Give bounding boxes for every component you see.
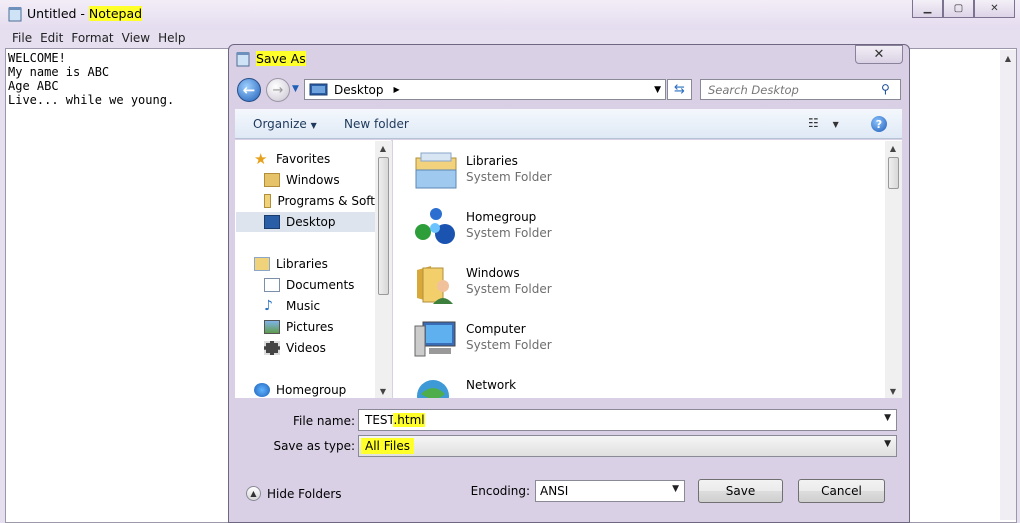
chevron-down-icon: ▼: [310, 121, 317, 130]
nav-item-homegroup[interactable]: Homegroup: [254, 380, 394, 400]
dialog-icon: [236, 52, 250, 67]
folder-user-icon: [264, 173, 280, 187]
scroll-down-icon[interactable]: ▼: [885, 384, 901, 398]
file-name-value: TEST.html: [365, 413, 425, 427]
menu-edit[interactable]: Edit: [40, 30, 71, 48]
music-icon: ♪: [264, 298, 273, 314]
homegroup-icon: [254, 383, 270, 397]
menu-view[interactable]: View: [122, 30, 158, 48]
maximize-button[interactable]: ▢: [943, 0, 974, 18]
computer-icon: [414, 321, 456, 357]
network-icon: [417, 380, 449, 398]
save-as-type-select[interactable]: All Files ▼: [358, 435, 897, 457]
scroll-up-icon[interactable]: ▲: [1000, 50, 1016, 66]
scroll-thumb[interactable]: [888, 157, 899, 189]
nav-item-favorites[interactable]: ★ Favorites: [254, 149, 394, 169]
arrow-left-icon: ←: [242, 81, 256, 99]
new-folder-button[interactable]: New folder: [344, 117, 409, 131]
encoding-value: ANSI: [540, 484, 569, 498]
file-item-windows[interactable]: Windows System Folder: [413, 258, 713, 308]
homegroup-icon: [415, 208, 455, 244]
change-view-button[interactable]: ☷ ▼: [808, 116, 839, 130]
dialog-close-button[interactable]: ✕: [855, 45, 903, 64]
hide-folders-button[interactable]: ▲ Hide Folders: [246, 486, 342, 501]
scroll-up-icon[interactable]: ▲: [885, 141, 901, 155]
pictures-icon: [264, 320, 280, 334]
file-item-homegroup[interactable]: Homegroup System Folder: [413, 202, 713, 252]
file-list-scrollbar[interactable]: ▲ ▼: [885, 141, 902, 398]
breadcrumb-arrow-icon[interactable]: ▶: [394, 85, 400, 94]
libraries-icon: [415, 152, 457, 189]
nav-item-libraries[interactable]: Libraries: [254, 254, 394, 274]
nav-item-desktop[interactable]: Desktop: [236, 212, 375, 232]
encoding-label: Encoding:: [470, 484, 530, 498]
arrow-right-icon: →: [272, 82, 284, 98]
editor-scrollbar[interactable]: ▲: [1000, 50, 1016, 520]
videos-icon: [264, 341, 280, 355]
window-controls: ▁ ▢ ✕: [912, 0, 1015, 19]
menu-help[interactable]: Help: [158, 30, 193, 48]
folder-icon: [264, 194, 272, 208]
libraries-icon: [254, 257, 270, 271]
chevron-down-icon[interactable]: ▼: [884, 439, 891, 449]
minimize-button[interactable]: ▁: [912, 0, 943, 18]
scroll-down-icon[interactable]: ▼: [375, 384, 391, 398]
close-icon: ✕: [873, 47, 885, 62]
notepad-icon: [8, 7, 22, 22]
star-icon: ★: [254, 150, 268, 168]
forward-button[interactable]: →: [266, 78, 290, 102]
address-dropdown-icon[interactable]: ▼: [654, 85, 661, 95]
file-name-field[interactable]: TEST.html ▼: [358, 409, 897, 431]
desktop-icon: [264, 215, 280, 229]
save-button[interactable]: Save: [698, 479, 783, 503]
recent-locations-dropdown[interactable]: ▼: [292, 84, 299, 94]
file-item-computer[interactable]: Computer System Folder: [413, 314, 713, 364]
scroll-up-icon[interactable]: ▲: [375, 141, 391, 155]
encoding-select[interactable]: ANSI ▼: [535, 480, 685, 502]
help-button[interactable]: ?: [871, 116, 887, 132]
scroll-thumb[interactable]: [378, 157, 389, 295]
user-folder-icon: [417, 266, 453, 304]
editor-content: WELCOME! My name is ABC Age ABC Live... whi…: [8, 51, 175, 107]
chevron-up-icon: ▲: [246, 486, 261, 501]
nav-item-programs[interactable]: Programs & Soft: [264, 191, 375, 211]
search-icon[interactable]: ⚲: [881, 82, 890, 96]
chevron-down-icon[interactable]: ▼: [672, 484, 679, 494]
menu-format[interactable]: Format: [71, 30, 121, 48]
desktop-icon: [309, 83, 328, 95]
navigation-pane: ★ Favorites Windows Programs & Soft Deskt…: [235, 140, 392, 398]
dialog-title: Save As: [256, 51, 306, 66]
organize-button[interactable]: Organize ▼: [253, 117, 317, 131]
file-name-label: File name:: [293, 414, 355, 428]
refresh-button[interactable]: ⇆: [667, 79, 692, 100]
address-bar[interactable]: Desktop ▶ ▼: [304, 79, 666, 100]
cancel-button[interactable]: Cancel: [798, 479, 885, 503]
menu-file[interactable]: File: [0, 30, 40, 48]
save-as-type-value: All Files: [361, 438, 415, 454]
command-bar: [235, 109, 902, 139]
save-as-type-label: Save as type:: [273, 439, 355, 453]
chevron-down-icon[interactable]: ▼: [884, 413, 891, 423]
help-icon: ?: [875, 117, 883, 131]
refresh-icon: ⇆: [674, 82, 685, 97]
window-title: Untitled - Notepad: [27, 6, 143, 21]
notepad-titlebar: [0, 0, 1020, 30]
close-button[interactable]: ✕: [974, 0, 1015, 18]
chevron-down-icon: ▼: [832, 120, 839, 129]
file-item-libraries[interactable]: Libraries System Folder: [413, 146, 713, 196]
documents-icon: [264, 278, 280, 292]
address-location[interactable]: Desktop: [334, 83, 384, 97]
navigation-scrollbar[interactable]: ▲ ▼: [375, 141, 392, 398]
view-icon: ☷: [808, 116, 819, 130]
search-placeholder: Search Desktop: [708, 83, 799, 97]
file-item-network[interactable]: Network: [413, 370, 713, 398]
back-button[interactable]: ←: [237, 78, 261, 102]
